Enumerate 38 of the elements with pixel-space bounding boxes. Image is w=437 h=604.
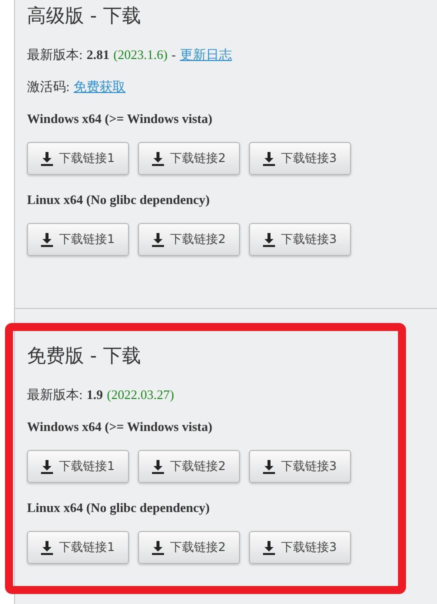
download-button[interactable]: 下载链接3	[249, 450, 351, 483]
download-icon	[41, 232, 54, 246]
download-button[interactable]: 下载链接3	[249, 531, 351, 564]
section-title: 高级版 - 下载	[27, 4, 142, 29]
platform-heading: Linux x64 (No glibc dependency)	[27, 191, 211, 209]
download-button[interactable]: 下载链接3	[249, 223, 351, 256]
release-date: (2023.1.6)	[113, 47, 168, 62]
download-button[interactable]: 下载链接2	[138, 450, 240, 483]
download-icon	[263, 152, 276, 166]
download-button[interactable]: 下载链接1	[27, 223, 129, 256]
download-button[interactable]: 下载链接2	[138, 142, 240, 175]
download-icon	[41, 460, 54, 474]
download-button[interactable]: 下载链接3	[249, 142, 351, 175]
download-icon	[152, 460, 164, 474]
download-icon	[263, 540, 276, 554]
version-label: 最新版本:	[27, 47, 83, 62]
version-label: 最新版本:	[27, 387, 83, 402]
version-number: 2.81	[86, 47, 110, 62]
download-icon	[152, 540, 164, 554]
release-date: (2022.03.27)	[106, 387, 174, 402]
download-button[interactable]: 下载链接2	[138, 223, 240, 256]
platform-heading: Windows x64 (>= Windows vista)	[27, 418, 214, 436]
separator: -	[172, 47, 176, 62]
download-icon	[41, 152, 54, 166]
download-icon	[152, 152, 164, 166]
download-icon	[41, 540, 54, 554]
version-number: 1.9	[86, 387, 103, 402]
download-button[interactable]: 下载链接2	[138, 531, 240, 564]
download-icon	[263, 460, 276, 474]
activation-label: 激活码:	[27, 79, 70, 94]
platform-heading: Windows x64 (>= Windows vista)	[27, 110, 214, 128]
download-button[interactable]: 下载链接1	[27, 450, 129, 483]
platform-heading: Linux x64 (No glibc dependency)	[27, 499, 211, 517]
download-icon	[152, 232, 164, 246]
download-button[interactable]: 下载链接1	[27, 142, 129, 175]
download-button[interactable]: 下载链接1	[27, 531, 129, 564]
download-icon	[263, 232, 276, 246]
section-title: 免费版 - 下载	[27, 344, 142, 369]
